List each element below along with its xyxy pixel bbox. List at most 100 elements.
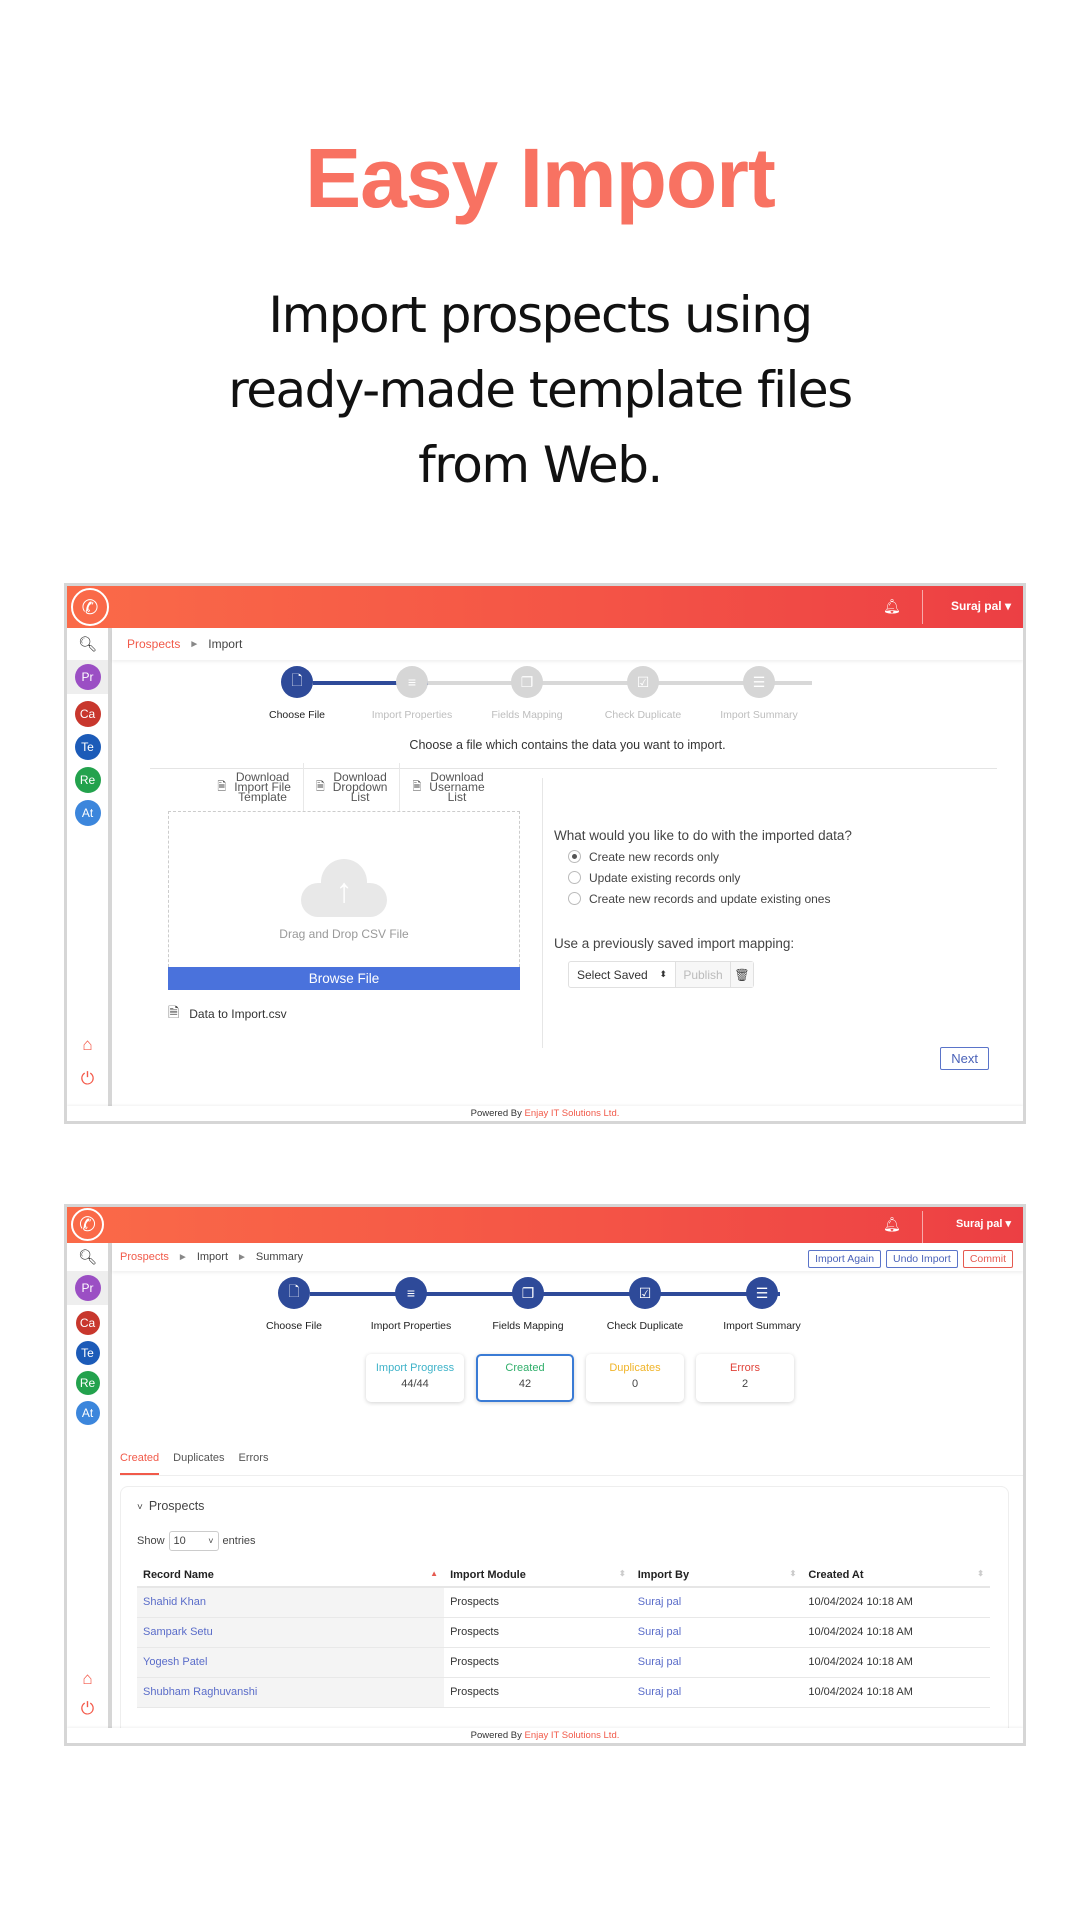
power-icon[interactable]: ⏻ [67, 1694, 108, 1724]
download-import-template-link[interactable]: 🗎 Download Import File Template [205, 763, 304, 811]
breadcrumb-import[interactable]: Import [197, 1251, 228, 1263]
sidebar-item-at[interactable]: At [74, 800, 101, 826]
column-created-at[interactable]: Created At ⬍ [802, 1563, 990, 1588]
document-icon: 🗎 [168, 1004, 180, 1020]
breadcrumb: Prospects ► Import [112, 628, 1023, 660]
download-username-list-link[interactable]: 🗎 Download Username List [400, 763, 496, 811]
next-button[interactable]: Next [940, 1047, 989, 1070]
footer-brand-link[interactable]: Enjay IT Solutions Ltd. [524, 1108, 619, 1119]
import-screenshot-choose-file: ✆ 🔔︎ Suraj pal ▾ 🔍︎ Pr Ca Te Re At ⌂ ⏻ P… [64, 583, 1026, 1124]
home-icon[interactable]: ⌂ [67, 1664, 108, 1694]
breadcrumb-separator-icon: ► [189, 638, 200, 650]
sidebar-item-te[interactable]: Te [75, 1341, 100, 1365]
table-row: Shahid Khan Prospects Suraj pal 10/04/20… [137, 1587, 990, 1618]
undo-import-button[interactable]: Undo Import [886, 1250, 958, 1268]
sidebar-item-wrap: Pr [67, 660, 108, 694]
step-import-summary: ☰ Import Summary [704, 666, 814, 721]
tab-created[interactable]: Created [120, 1452, 160, 1475]
radio-create-new[interactable]: Create new records only [568, 849, 994, 864]
sidebar-item-reports[interactable]: Re [75, 1371, 100, 1395]
step-label: Check Duplicate [604, 709, 682, 721]
breadcrumb-prospects[interactable]: Prospects [120, 1251, 169, 1263]
publish-button[interactable]: Publish [676, 962, 731, 987]
column-import-by[interactable]: Import By ⬍ [631, 1563, 803, 1588]
tab-duplicates[interactable]: Duplicates [173, 1452, 224, 1475]
phone-chart-icon[interactable]: ✆ [71, 588, 109, 626]
step-import-properties: ≡ Import Properties [356, 1277, 466, 1332]
record-name-link[interactable]: Shubham Raghuvanshi [137, 1677, 445, 1708]
card-duplicates[interactable]: Duplicates 0 [586, 1354, 684, 1402]
sidebar-item-prospects[interactable]: Pr [74, 1275, 101, 1301]
caret-down-icon: ▾ [1005, 1218, 1011, 1230]
bell-icon[interactable]: 🔔︎ [883, 1216, 901, 1232]
import-action-question: What would you like to do with the impor… [554, 828, 852, 843]
commit-button[interactable]: Commit [962, 1250, 1013, 1268]
bell-icon[interactable]: 🔔︎ [883, 598, 901, 614]
import-by-link[interactable]: Suraj pal [631, 1617, 803, 1648]
tab-errors[interactable]: Errors [239, 1452, 269, 1475]
updown-caret-icon: ⬍ [659, 969, 667, 979]
cloud-upload-icon: ↑ [301, 857, 387, 917]
card-created[interactable]: Created 42 [476, 1354, 574, 1402]
sidebar-item-te[interactable]: Te [74, 734, 101, 760]
sidebar-item-at[interactable]: At [75, 1401, 100, 1425]
radio-button[interactable] [568, 871, 581, 884]
radio-button[interactable] [568, 850, 581, 863]
footer: Powered By Enjay IT Solutions Ltd. [67, 1106, 1023, 1121]
created-at-cell: 10/04/2024 10:18 AM [802, 1647, 990, 1678]
download-dropdown-list-link[interactable]: 🗎 Download Dropdown List [304, 763, 401, 811]
sidebar-item-reports[interactable]: Re [74, 767, 101, 793]
user-name: Suraj pal [950, 599, 1002, 613]
sidebar-item-calls[interactable]: Ca [74, 701, 101, 727]
radio-create-and-update[interactable]: Create new records and update existing o… [568, 891, 994, 906]
sort-icon: ⬍ [977, 1569, 984, 1578]
import-module-cell: Prospects [444, 1677, 632, 1708]
record-name-link[interactable]: Sampark Setu [137, 1617, 445, 1648]
record-name-link[interactable]: Shahid Khan [137, 1587, 445, 1618]
sidebar-item-calls[interactable]: Ca [75, 1311, 100, 1335]
search-icon[interactable]: 🔍︎ [67, 1243, 108, 1271]
card-import-progress[interactable]: Import Progress 44/44 [366, 1354, 464, 1402]
search-icon[interactable]: 🔍︎ [67, 628, 108, 660]
step-choose-file: 🗋︎ Choose File [239, 1277, 349, 1332]
import-again-button[interactable]: Import Again [808, 1250, 882, 1268]
breadcrumb-prospects[interactable]: Prospects [127, 637, 180, 651]
hero-subtitle: Import prospects using ready-made templa… [228, 286, 853, 494]
select-saved-mapping[interactable]: Select Saved ⬍ [569, 962, 676, 987]
radio-button[interactable] [568, 892, 581, 905]
import-by-link[interactable]: Suraj pal [631, 1647, 803, 1678]
step-check-duplicate: ☑ Check Duplicate [590, 1277, 700, 1332]
column-record-name[interactable]: Record Name ▲ [137, 1563, 445, 1588]
import-by-link[interactable]: Suraj pal [631, 1677, 803, 1708]
step-import-properties: ≡ Import Properties [357, 666, 467, 721]
home-icon[interactable]: ⌂ [67, 1028, 108, 1062]
browse-file-button[interactable]: Browse File [168, 967, 520, 990]
step-label: Import Summary [720, 709, 798, 721]
column-import-module[interactable]: Import Module ⬍ [444, 1563, 632, 1588]
step-label: Import Properties [371, 709, 453, 721]
panel-toggle[interactable]: ˅ Prospects [137, 1499, 990, 1513]
footer: Powered By Enjay IT Solutions Ltd. [67, 1728, 1023, 1743]
caret-down-icon: ▾ [1004, 599, 1011, 613]
record-name-link[interactable]: Yogesh Patel [137, 1647, 445, 1678]
sort-asc-icon: ▲ [430, 1569, 439, 1578]
entries-select[interactable]: 10 ˅ [168, 1531, 219, 1551]
csv-dropzone[interactable]: ↑ Drag and Drop CSV File [168, 811, 520, 967]
breadcrumb-separator-icon: ► [237, 1251, 247, 1263]
user-menu[interactable]: Suraj pal ▾ [951, 599, 1011, 613]
footer-brand-link[interactable]: Enjay IT Solutions Ltd. [524, 1730, 619, 1741]
app-header: ✆ 🔔︎ Suraj pal ▾ [67, 586, 1023, 628]
import-by-link[interactable]: Suraj pal [631, 1587, 803, 1618]
phone-chart-icon[interactable]: ✆ [71, 1208, 104, 1241]
header-divider [922, 590, 923, 624]
sidebar-item-prospects[interactable]: Pr [74, 664, 101, 690]
radio-update-existing[interactable]: Update existing records only [568, 870, 994, 885]
sort-icon: ⬍ [619, 1569, 626, 1578]
power-icon[interactable]: ⏻ [67, 1062, 108, 1096]
card-errors[interactable]: Errors 2 [696, 1354, 794, 1402]
user-menu[interactable]: Suraj pal ▾ [956, 1217, 1011, 1230]
breadcrumb-separator-icon: ► [177, 1251, 188, 1263]
table-row: Shubham Raghuvanshi Prospects Suraj pal … [137, 1677, 990, 1708]
import-module-cell: Prospects [444, 1587, 632, 1618]
trash-icon[interactable]: 🗑 [731, 962, 753, 987]
